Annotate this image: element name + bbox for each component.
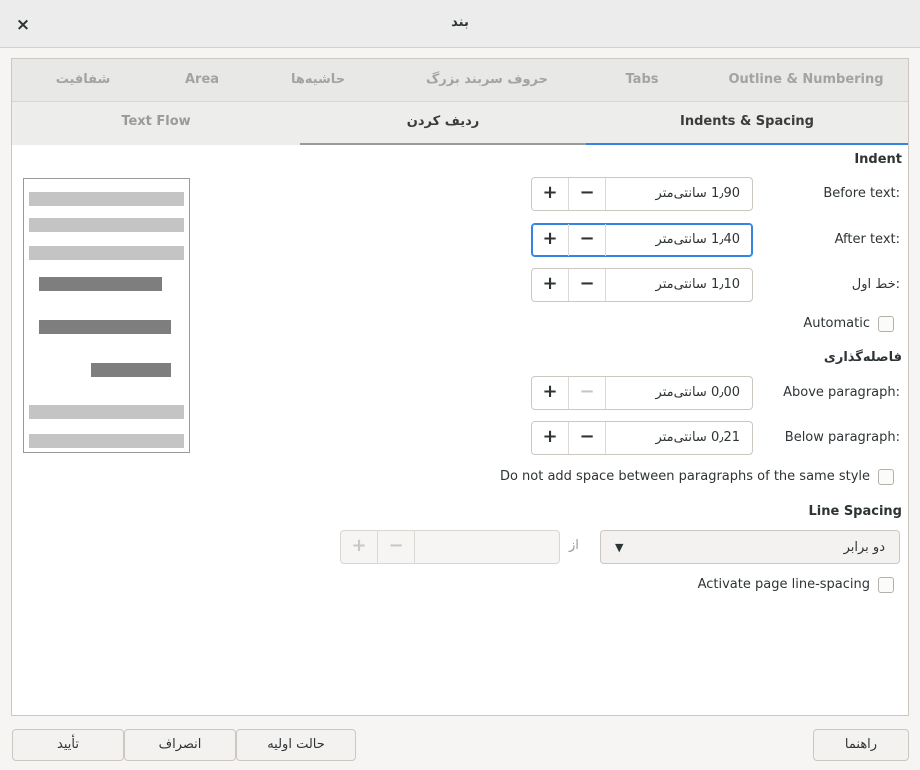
line-spacing-dropdown[interactable]: ▼ دو برابر xyxy=(600,530,900,564)
first-line-spin: + − 1٫10 سانتی‌متر xyxy=(531,268,753,302)
below-paragraph-spin: + − 0٫21 سانتی‌متر xyxy=(531,421,753,455)
first-line-increase-button[interactable]: + xyxy=(532,269,569,301)
below-paragraph-decrease-button[interactable]: − xyxy=(569,422,606,454)
tab-tabs[interactable]: Tabs xyxy=(592,59,692,101)
preview-line xyxy=(39,320,171,334)
tab-transparency[interactable]: شفافیت xyxy=(20,59,146,101)
below-paragraph-input[interactable]: 0٫21 سانتی‌متر xyxy=(606,422,752,454)
title-bar: × بند xyxy=(0,0,920,48)
activate-page-line-spacing-label: Activate page line-spacing xyxy=(697,577,870,592)
tab-content: Indent Before text: + − 1٫90 سانتی‌متر A… xyxy=(11,145,909,716)
before-text-input[interactable]: 1٫90 سانتی‌متر xyxy=(606,178,752,210)
tab-outline-numbering[interactable]: Outline & Numbering xyxy=(708,59,904,101)
activate-page-line-spacing-checkbox[interactable] xyxy=(878,577,894,593)
tab-indents-spacing[interactable]: Indents & Spacing xyxy=(586,102,908,146)
line-spacing-heading: Line Spacing xyxy=(808,504,902,519)
line-spacing-selected: دو برابر xyxy=(843,540,885,555)
first-line-decrease-button[interactable]: − xyxy=(569,269,606,301)
tab-alignment[interactable]: ردیف کردن xyxy=(300,102,586,146)
preview-line xyxy=(29,192,184,206)
tab-text-flow[interactable]: Text Flow xyxy=(12,102,300,146)
after-text-decrease-button[interactable]: − xyxy=(569,224,606,256)
preview-line xyxy=(29,246,184,260)
before-text-spin: + − 1٫90 سانتی‌متر xyxy=(531,177,753,211)
window-title: بند xyxy=(451,15,469,30)
above-paragraph-spin: + − 0٫00 سانتی‌متر xyxy=(531,376,753,410)
below-paragraph-label: Below paragraph: xyxy=(784,430,900,445)
button-bar: تأیید انصراف حالت اولیه راهنما xyxy=(0,716,920,770)
ok-button[interactable]: تأیید xyxy=(12,729,124,761)
preview-line xyxy=(29,218,184,232)
tab-bar: شفافیت Area حاشیه‌ها حروف سربند بزرگ Tab… xyxy=(11,58,909,146)
tab-indents-spacing-label: Indents & Spacing xyxy=(680,114,814,129)
after-text-increase-button[interactable]: + xyxy=(532,224,569,256)
after-text-input[interactable]: 1٫40 سانتی‌متر xyxy=(606,224,752,256)
before-text-label: Before text: xyxy=(823,186,900,201)
preview-line xyxy=(39,277,162,291)
line-spacing-decrease-button[interactable]: − xyxy=(378,531,415,563)
tab-area[interactable]: Area xyxy=(162,59,242,101)
preview-line xyxy=(29,405,184,419)
above-paragraph-increase-button[interactable]: + xyxy=(532,377,569,409)
first-line-input[interactable]: 1٫10 سانتی‌متر xyxy=(606,269,752,301)
preview-line xyxy=(29,434,184,448)
before-text-decrease-button[interactable]: − xyxy=(569,178,606,210)
automatic-checkbox[interactable] xyxy=(878,316,894,332)
indent-heading: Indent xyxy=(854,152,902,167)
above-paragraph-label: Above paragraph: xyxy=(783,385,900,400)
tab-drop-caps[interactable]: حروف سربند بزرگ xyxy=(398,59,576,101)
tab-text-flow-label: Text Flow xyxy=(121,114,191,129)
line-spacing-of-label: از xyxy=(569,538,579,553)
after-text-spin: + − 1٫40 سانتی‌متر xyxy=(531,223,753,257)
cancel-button[interactable]: انصراف xyxy=(124,729,236,761)
above-paragraph-decrease-button[interactable]: − xyxy=(569,377,606,409)
reset-button[interactable]: حالت اولیه xyxy=(236,729,356,761)
first-line-label: خط اول: xyxy=(851,277,900,292)
preview-line xyxy=(91,363,171,377)
after-text-label: After text: xyxy=(834,232,900,247)
below-paragraph-increase-button[interactable]: + xyxy=(532,422,569,454)
line-spacing-increase-button[interactable]: + xyxy=(341,531,378,563)
line-spacing-value-input[interactable] xyxy=(415,531,559,563)
no-space-checkbox[interactable] xyxy=(878,469,894,485)
help-button[interactable]: راهنما xyxy=(813,729,909,761)
paragraph-preview xyxy=(23,178,190,453)
tab-borders[interactable]: حاشیه‌ها xyxy=(258,59,378,101)
chevron-down-icon: ▼ xyxy=(615,541,624,554)
tab-alignment-label: ردیف کردن xyxy=(406,114,480,129)
no-space-label: Do not add space between paragraphs of t… xyxy=(499,469,870,484)
spacing-heading: فاصله‌گذاری xyxy=(823,350,902,365)
before-text-increase-button[interactable]: + xyxy=(532,178,569,210)
automatic-label: Automatic xyxy=(803,316,870,331)
above-paragraph-input[interactable]: 0٫00 سانتی‌متر xyxy=(606,377,752,409)
line-spacing-value-spin: + − xyxy=(340,530,560,564)
